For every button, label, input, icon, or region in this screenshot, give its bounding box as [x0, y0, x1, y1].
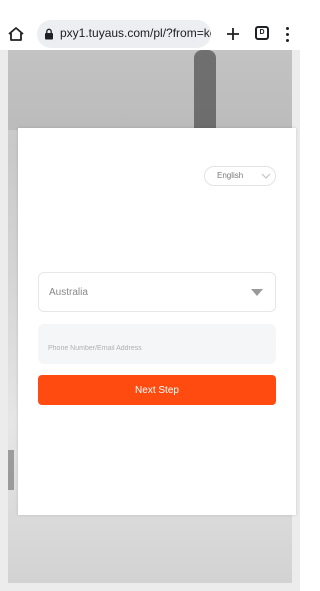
tabs-icon[interactable]: D — [255, 26, 269, 40]
screen-edge-left — [0, 50, 8, 591]
screen-edge-bottom — [0, 583, 300, 591]
login-card: English Australia Next Step — [18, 128, 296, 515]
more-vert-icon[interactable] — [282, 24, 292, 44]
account-input[interactable] — [38, 324, 276, 364]
home-icon[interactable] — [7, 25, 25, 43]
language-label: English — [217, 171, 244, 180]
address-bar[interactable]: pxy1.tuyaus.com/pl/?from=koga — [37, 20, 211, 48]
url-text: pxy1.tuyaus.com/pl/?from=koga — [60, 26, 211, 40]
country-select[interactable]: Australia — [38, 272, 276, 312]
chevron-down-icon — [261, 173, 271, 179]
plus-icon[interactable] — [224, 25, 242, 43]
country-value: Australia — [49, 287, 88, 298]
caret-down-icon — [251, 289, 263, 296]
browser-toolbar: pxy1.tuyaus.com/pl/?from=koga D — [0, 0, 300, 50]
language-selector[interactable]: English — [204, 166, 276, 186]
lock-icon — [45, 28, 53, 40]
next-step-button[interactable]: Next Step — [38, 375, 276, 405]
